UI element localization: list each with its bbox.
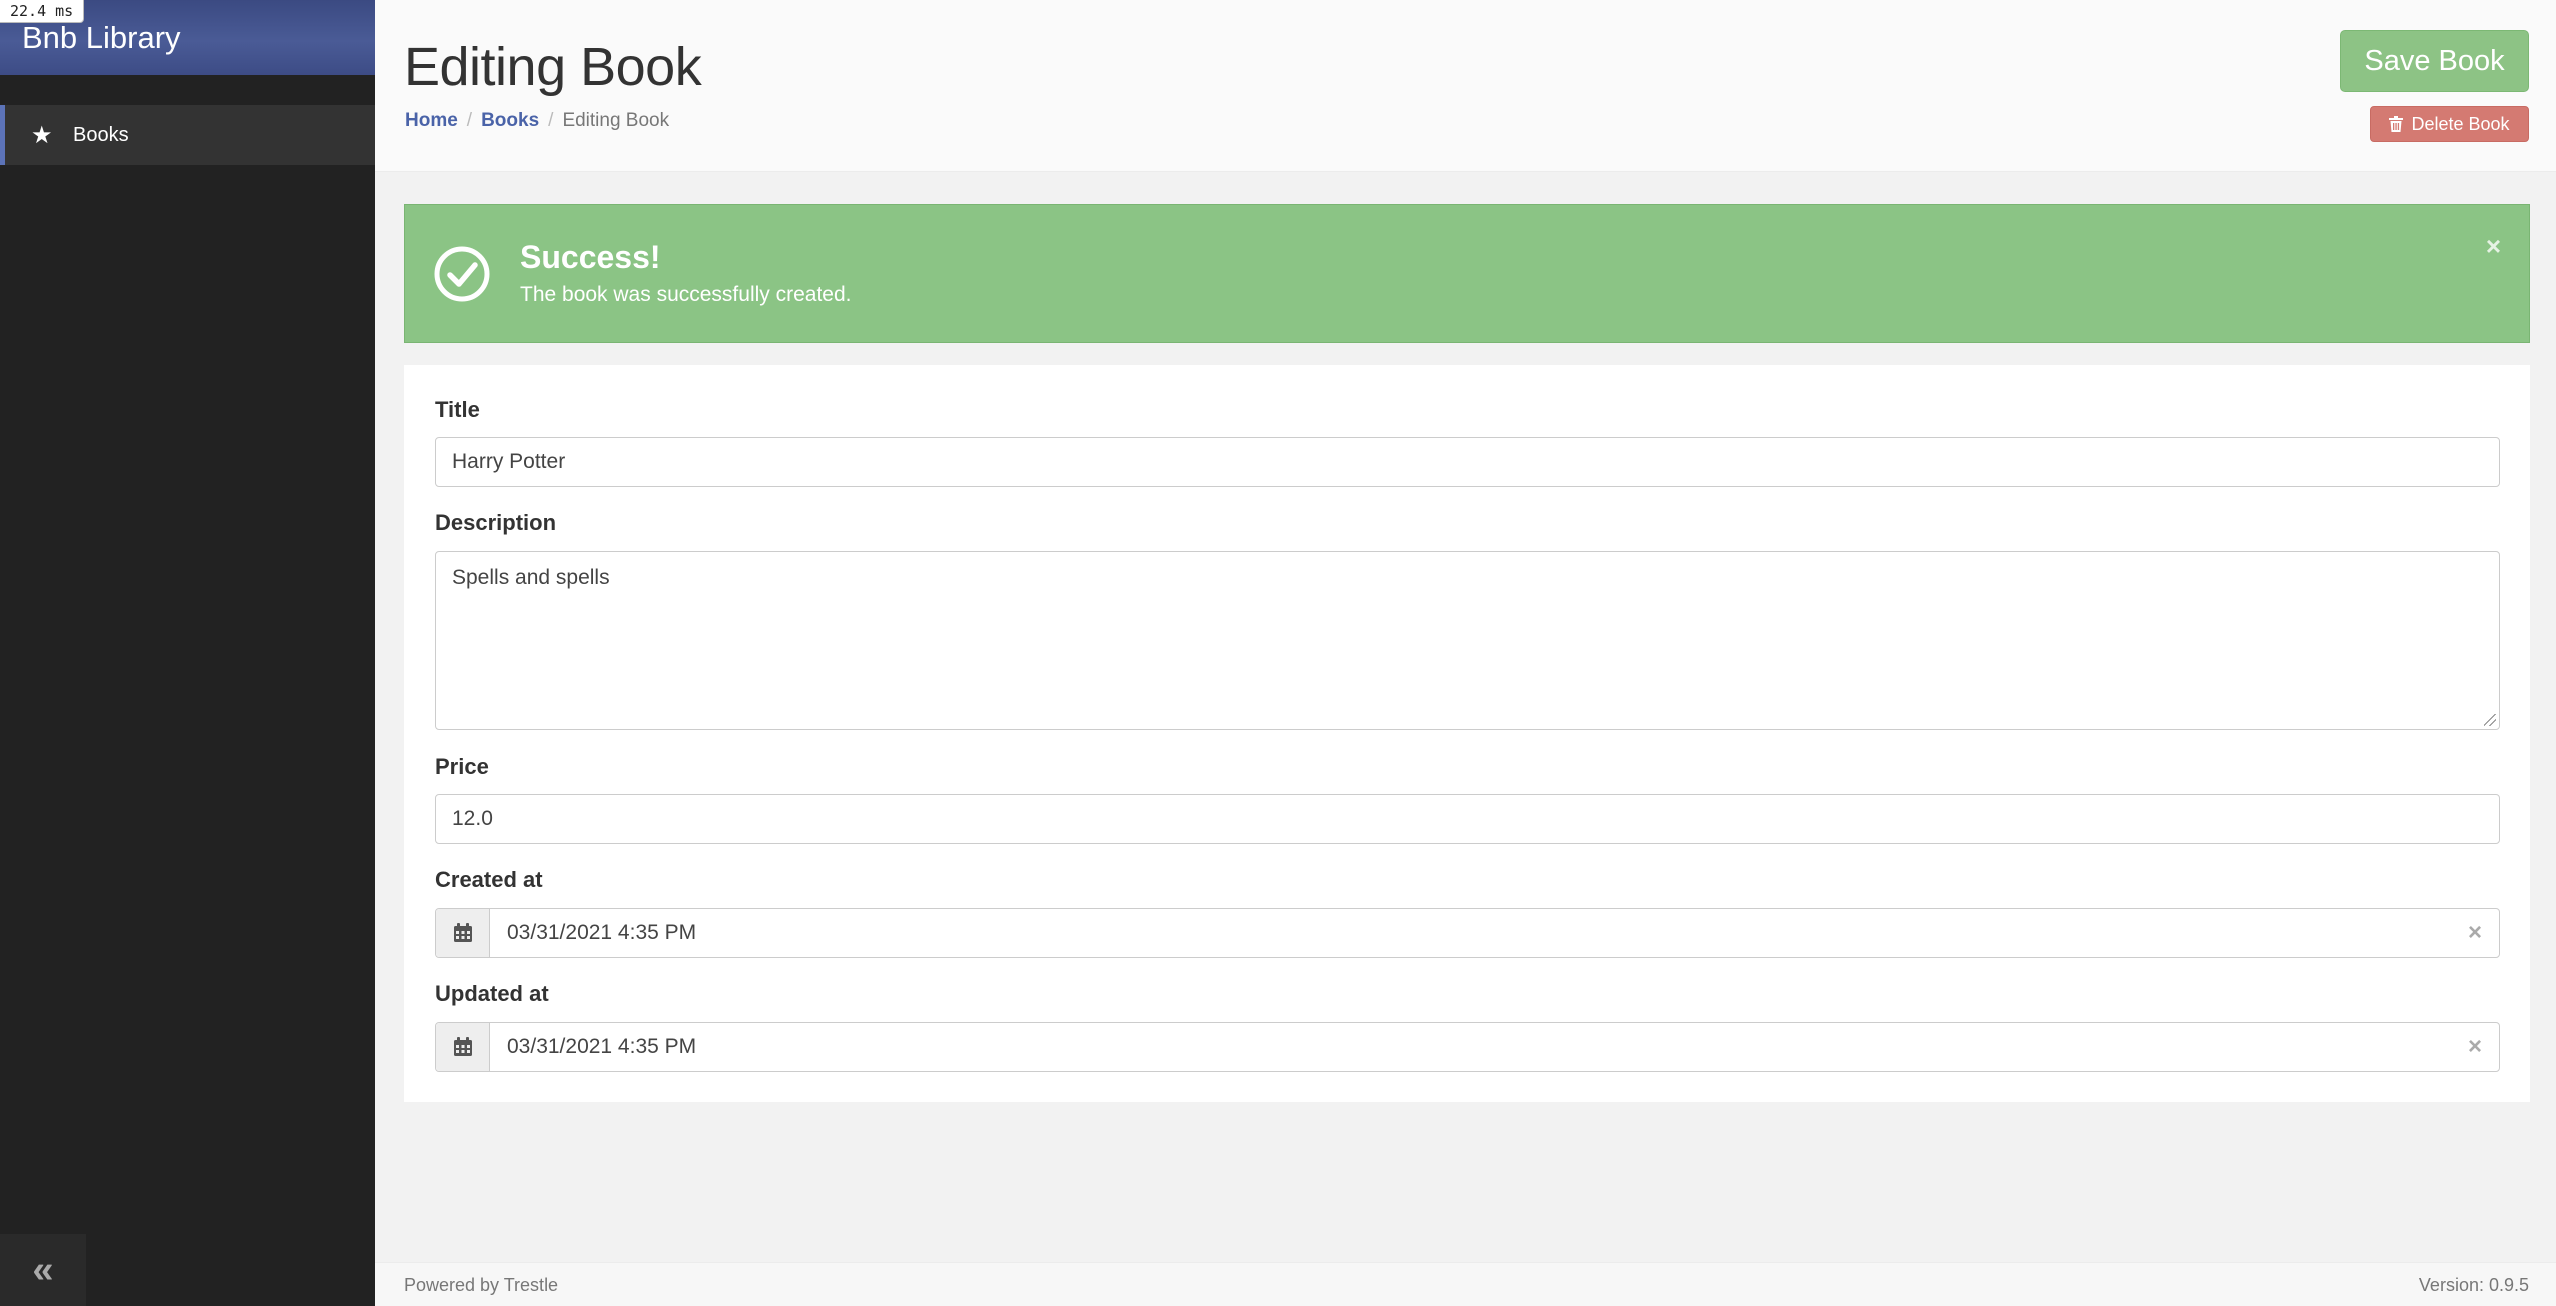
breadcrumb: Home / Books / Editing Book (405, 110, 669, 132)
updated-at-label: Updated at (435, 981, 549, 1006)
created-at-field[interactable]: 03/31/2021 4:35 PM × (435, 908, 2500, 958)
delete-book-button[interactable]: Delete Book (2370, 106, 2529, 142)
success-alert: Success! The book was successfully creat… (404, 204, 2530, 343)
star-icon: ★ (31, 121, 53, 149)
breadcrumb-current: Editing Book (562, 110, 670, 131)
description-field[interactable]: Spells and spells (435, 551, 2500, 730)
powered-by-text: Powered by Trestle (404, 1275, 559, 1295)
delete-book-label: Delete Book (2411, 113, 2510, 134)
created-at-value: 03/31/2021 4:35 PM (507, 921, 697, 944)
title-label: Title (435, 397, 480, 422)
sidebar: Bnb Library 22.4 ms ★ Books « (0, 0, 375, 1306)
breadcrumb-separator: / (548, 110, 554, 131)
page-footer: Powered by Trestle Version: 0.9.5 (375, 1262, 2556, 1306)
close-icon[interactable]: × (2486, 231, 2501, 262)
price-label: Price (435, 754, 489, 779)
check-circle-icon (434, 246, 490, 302)
breadcrumb-home-link[interactable]: Home (405, 110, 458, 131)
sidebar-item-label: Books (73, 123, 129, 146)
version-text: Version: 0.9.5 (2418, 1275, 2529, 1295)
calendar-icon[interactable] (436, 1023, 490, 1071)
sidebar-item-books[interactable]: ★ Books (0, 105, 375, 165)
price-field[interactable]: 12.0 (435, 794, 2500, 844)
breadcrumb-separator: / (466, 110, 473, 131)
book-form: Title Harry Potter Description Spells an… (404, 365, 2530, 1102)
updated-at-value: 03/31/2021 4:35 PM (507, 1035, 697, 1058)
collapse-sidebar-button[interactable]: « (0, 1234, 86, 1306)
trash-icon (2389, 116, 2404, 132)
page-title: Editing Book (404, 37, 702, 97)
updated-at-field[interactable]: 03/31/2021 4:35 PM × (435, 1022, 2500, 1072)
description-value: Spells and spells (452, 566, 610, 589)
resize-handle-icon[interactable] (2484, 714, 2496, 726)
description-label: Description (435, 510, 557, 535)
clear-icon[interactable]: × (2451, 919, 2499, 947)
alert-message: The book was successfully created. (520, 283, 852, 306)
app-title: Bnb Library (22, 20, 181, 55)
alert-title: Success! (520, 239, 661, 275)
double-chevron-left-icon: « (32, 1248, 54, 1291)
calendar-icon[interactable] (436, 909, 490, 957)
created-at-label: Created at (435, 867, 543, 892)
page-header: Editing Book Home / Books / Editing Book Sav… (375, 0, 2556, 172)
save-book-button[interactable]: Save Book (2340, 30, 2529, 92)
breadcrumb-books-link[interactable]: Books (481, 110, 539, 131)
timing-badge: 22.4 ms (0, 0, 85, 23)
title-field[interactable]: Harry Potter (435, 437, 2500, 487)
brand-header[interactable]: Bnb Library 22.4 ms (0, 0, 375, 75)
clear-icon[interactable]: × (2451, 1033, 2499, 1061)
